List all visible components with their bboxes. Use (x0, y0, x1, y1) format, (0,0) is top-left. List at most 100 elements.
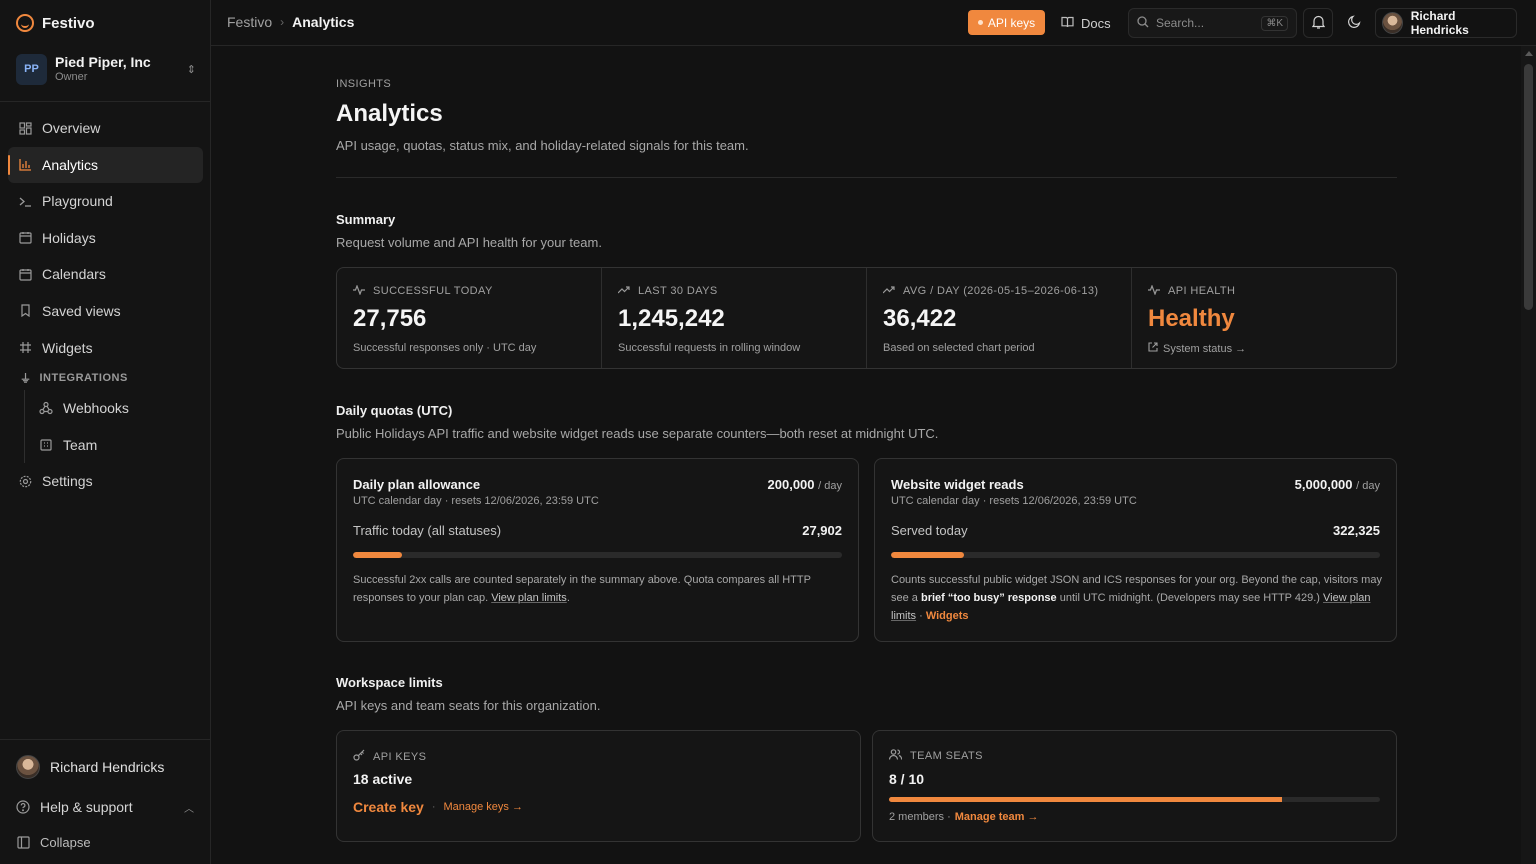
search-box[interactable]: ⌘K (1128, 8, 1297, 38)
stat-avg-per-day: AVG / DAY (2026-05-15–2026-06-13) 36,422… (867, 268, 1132, 368)
seats-progress-bar (889, 797, 1380, 802)
users-icon (888, 749, 903, 763)
sidebar-divider (0, 101, 211, 102)
sidebar-item-overview[interactable]: Overview (8, 110, 203, 146)
plug-icon: ⏚ (20, 373, 32, 386)
scrollbar-thumb[interactable] (1524, 64, 1533, 310)
seats-members: 2 members · (889, 811, 951, 823)
bar-chart-icon (18, 158, 32, 172)
stat-value: 1,245,242 (618, 305, 725, 332)
integrations-subnav: Webhooks Team (24, 390, 203, 463)
quota-usage-label: Traffic today (all statuses) (353, 523, 502, 538)
stat-label: LAST 30 DAYS (638, 285, 718, 297)
org-switcher[interactable]: PP Pied Piper, Inc Owner ⇕ (16, 52, 196, 86)
separator: · (431, 801, 436, 813)
integrations-section-label: ⏚ INTEGRATIONS (20, 372, 128, 386)
trending-up-icon (882, 285, 895, 297)
summary-stats: SUCCESSFUL TODAY 27,756 Successful respo… (336, 267, 1397, 369)
top-header: Festivo › Analytics API keys Docs ⌘K Ric… (211, 0, 1536, 46)
breadcrumb-current: Analytics (292, 14, 355, 30)
avatar (1382, 12, 1403, 34)
widgets-link[interactable]: Widgets (926, 610, 969, 622)
view-plan-limits-link[interactable]: View plan limits (491, 592, 567, 604)
webhook-icon (39, 401, 53, 415)
sidebar-item-label: Calendars (42, 266, 106, 283)
stat-successful-today: SUCCESSFUL TODAY 27,756 Successful respo… (337, 268, 602, 368)
building-icon (39, 438, 53, 452)
daily-plan-card: Daily plan allowance 200,000 / day UTC c… (336, 458, 859, 642)
org-name: Pied Piper, Inc (55, 54, 151, 70)
org-role: Owner (55, 71, 88, 83)
api-keys-button[interactable]: API keys (968, 10, 1045, 35)
sidebar-item-label: Holidays (42, 229, 96, 246)
page-scrollbar[interactable] (1521, 46, 1536, 864)
chevron-up-icon: ︿ (184, 803, 194, 815)
quota-progress-fill (353, 552, 402, 558)
notifications-button[interactable] (1303, 8, 1333, 38)
sidebar: Festivo PP Pied Piper, Inc Owner ⇕ Overv… (0, 0, 211, 864)
stat-value: 27,756 (353, 305, 427, 332)
manage-keys-link[interactable]: Manage keys → (444, 801, 523, 813)
quota-limit: 200,000 / day (767, 477, 842, 492)
page-subtitle: API usage, quotas, status mix, and holid… (336, 138, 749, 153)
manage-team-link[interactable]: Manage team → (955, 811, 1039, 823)
breadcrumb-root[interactable]: Festivo (227, 14, 272, 30)
key-icon (353, 749, 365, 764)
theme-toggle-button[interactable] (1339, 8, 1369, 38)
sidebar-item-widgets[interactable]: Widgets (8, 330, 203, 366)
sidebar-item-playground[interactable]: Playground (8, 183, 203, 219)
collapse-label: Collapse (40, 834, 91, 850)
sidebar-item-label: Settings (42, 473, 93, 490)
stat-label: AVG / DAY (2026-05-15–2026-06-13) (903, 285, 1099, 297)
collapse-sidebar-button[interactable]: Collapse (16, 832, 91, 852)
sidebar-item-calendars[interactable]: Calendars (8, 256, 203, 292)
system-status-link[interactable]: System status → (1148, 342, 1380, 355)
user-name: Richard Hendricks (1410, 9, 1469, 37)
user-menu-button[interactable]: Richard Hendricks (1375, 8, 1517, 38)
brand[interactable]: Festivo (16, 12, 95, 34)
calendar-icon (18, 231, 32, 245)
sidebar-user-name: Richard Hendricks (50, 759, 165, 775)
quota-progress-bar (353, 552, 842, 558)
shortcut-hint: ⌘K (1261, 15, 1288, 31)
hash-icon (18, 341, 32, 355)
gear-icon (18, 474, 32, 488)
docs-button[interactable]: Docs (1061, 13, 1111, 33)
activity-icon (1148, 283, 1160, 298)
api-keys-card: API KEYS 18 active Create key · Manage k… (336, 730, 861, 842)
scroll-up-arrow-icon[interactable] (1525, 51, 1533, 56)
stat-last-30-days: LAST 30 DAYS 1,245,242 Successful reques… (602, 268, 867, 368)
sidebar-item-holidays[interactable]: Holidays (8, 220, 203, 256)
quota-title: Website widget reads (891, 477, 1024, 492)
sidebar-item-label: Webhooks (63, 400, 129, 417)
sidebar-item-analytics[interactable]: Analytics (8, 146, 203, 183)
sidebar-user[interactable]: Richard Hendricks (16, 754, 164, 780)
quota-note: Counts successful public widget JSON and… (891, 574, 1382, 622)
sidebar-item-label: Playground (42, 193, 113, 210)
external-link-icon (1148, 342, 1158, 355)
sidebar-item-saved-views[interactable]: Saved views (8, 293, 203, 329)
stat-footnote: Based on selected chart period (883, 342, 1035, 354)
team-seats-card: TEAM SEATS 8 / 10 2 members · Manage tea… (872, 730, 1397, 842)
book-icon (1061, 16, 1074, 31)
chevron-right-icon: › (280, 15, 285, 29)
sidebar-item-label: Saved views (42, 302, 121, 319)
quota-reset: UTC calendar day · resets 12/06/2026, 23… (353, 495, 599, 507)
stat-footnote: Successful responses only · UTC day (353, 342, 537, 354)
help-support-button[interactable]: Help & support ︿ (16, 796, 194, 818)
sidebar-item-team[interactable]: Team (29, 427, 203, 463)
quota-limit: 5,000,000 / day (1294, 477, 1380, 492)
activity-icon (353, 283, 365, 298)
quota-progress-fill (891, 552, 965, 558)
sidebar-item-label: Analytics (42, 156, 99, 173)
stat-value: 36,422 (883, 305, 957, 332)
page-title: Analytics (336, 100, 443, 127)
sidebar-item-settings[interactable]: Settings (8, 463, 203, 499)
sidebar-divider (0, 739, 211, 740)
sidebar-item-label: Team (63, 436, 98, 453)
sidebar-item-label: Overview (42, 120, 101, 136)
create-key-button[interactable]: Create key (353, 799, 424, 815)
search-input[interactable] (1156, 16, 1248, 30)
stat-value-health: Healthy (1148, 305, 1235, 332)
sidebar-item-webhooks[interactable]: Webhooks (29, 390, 203, 426)
